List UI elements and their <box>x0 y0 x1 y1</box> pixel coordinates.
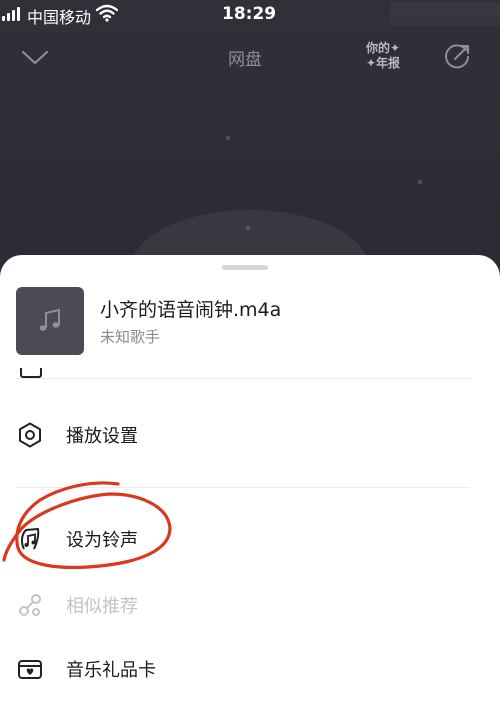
sheet-grabber[interactable] <box>222 265 268 270</box>
scrolled-menu-item[interactable] <box>16 368 156 378</box>
menu-item-label: 播放设置 <box>66 426 138 447</box>
hexagon-settings-icon <box>19 422 41 448</box>
year-report-line2: ✦年报 <box>365 56 401 70</box>
year-report-button[interactable]: 你的✦ ✦年报 <box>361 41 405 75</box>
status-bar: 中国移动 18:29 <box>0 0 500 30</box>
divider <box>16 378 470 379</box>
status-right-area <box>390 2 500 26</box>
menu-item-set-ringtone[interactable]: 设为铃声 <box>0 511 500 567</box>
page-title: 网盘 <box>228 50 262 70</box>
clock: 18:29 <box>222 4 277 24</box>
decor-dot <box>226 136 230 140</box>
ringtone-icon <box>20 528 40 550</box>
song-cover <box>16 287 84 355</box>
menu-item-gift-card[interactable]: 音乐礼品卡 <box>0 641 500 697</box>
menu-item-play-settings[interactable]: 播放设置 <box>0 407 500 463</box>
decor-dot <box>246 226 250 230</box>
menu-item-label: 相似推荐 <box>66 596 138 617</box>
wifi-icon <box>95 4 119 26</box>
divider <box>16 487 470 488</box>
action-sheet: 小齐的语音闹钟.m4a 未知歌手 播放设置 设为铃声 相似推荐 音乐礼品卡 <box>0 255 500 725</box>
share-button[interactable] <box>442 42 472 72</box>
decor-dot <box>418 180 422 184</box>
menu-item-label: 音乐礼品卡 <box>66 660 156 681</box>
carrier-name: 中国移动 <box>27 8 92 27</box>
menu-item-label: 设为铃声 <box>66 530 138 551</box>
gift-card-icon <box>18 660 42 679</box>
menu-item-similar[interactable]: 相似推荐 <box>0 577 500 633</box>
song-title: 小齐的语音闹钟.m4a <box>100 299 282 321</box>
player-header: 网盘 你的✦ ✦年报 <box>0 35 500 79</box>
music-note-icon <box>39 308 60 331</box>
similar-icon <box>19 594 41 616</box>
share-icon <box>445 44 469 69</box>
scrolled-item-icon <box>20 368 42 378</box>
year-report-line1: 你的✦ <box>365 41 401 55</box>
signal-icon <box>2 7 20 21</box>
song-artist: 未知歌手 <box>100 328 161 346</box>
